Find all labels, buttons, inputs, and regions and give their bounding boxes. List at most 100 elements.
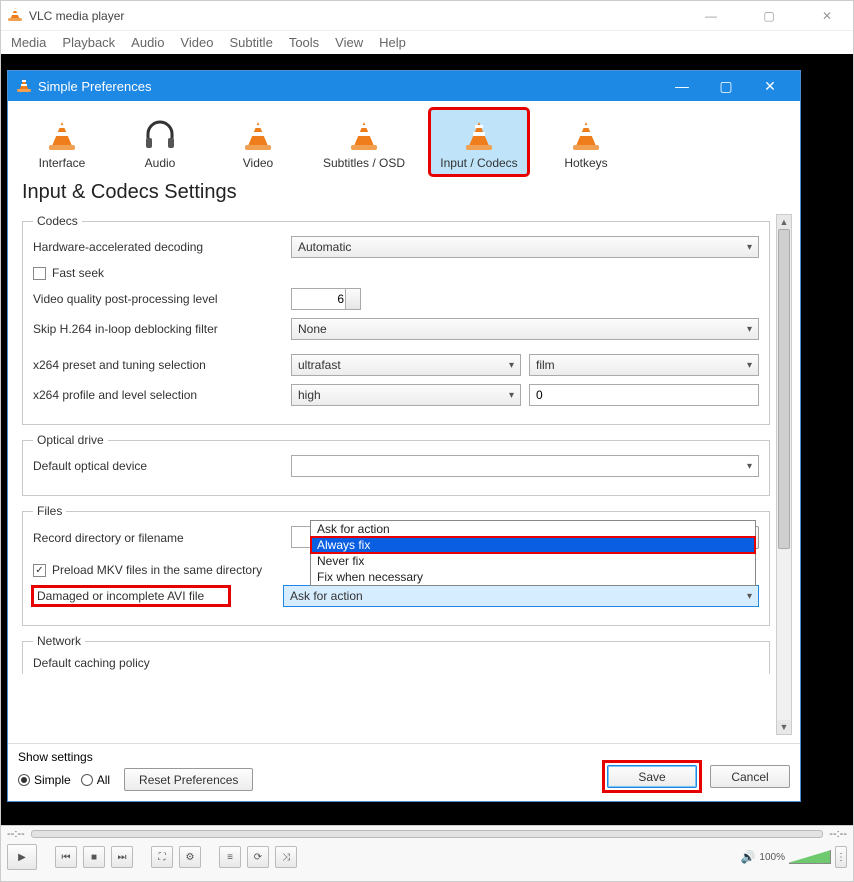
- tab-label: Input / Codecs: [440, 156, 517, 170]
- cone-film-icon: [243, 114, 273, 154]
- minimize-icon[interactable]: —: [691, 9, 731, 23]
- scroll-up-icon[interactable]: ▲: [777, 215, 791, 229]
- radio-dot-icon: [18, 774, 30, 786]
- fieldset-network: Network Default caching policy: [22, 634, 770, 674]
- menu-media[interactable]: Media: [11, 35, 46, 50]
- cancel-button[interactable]: Cancel: [710, 765, 790, 788]
- menu-view[interactable]: View: [335, 35, 363, 50]
- speaker-icon[interactable]: 🔊: [740, 850, 755, 864]
- label-damaged-avi: Damaged or incomplete AVI file: [33, 587, 229, 605]
- prev-button[interactable]: ⏮: [55, 846, 77, 868]
- radio-label: All: [97, 773, 110, 787]
- menu-subtitle[interactable]: Subtitle: [229, 35, 272, 50]
- label-optical-device: Default optical device: [33, 459, 283, 473]
- loop-button[interactable]: ⟳: [247, 846, 269, 868]
- input-x264-level[interactable]: 0: [529, 384, 759, 406]
- radio-simple[interactable]: Simple: [18, 773, 71, 787]
- pref-minimize-icon[interactable]: —: [660, 71, 704, 101]
- close-icon[interactable]: ✕: [807, 9, 847, 23]
- cone-clapper-icon: [349, 114, 379, 154]
- volume-grip-icon[interactable]: ⋮: [835, 846, 847, 868]
- radio-all[interactable]: All: [81, 773, 110, 787]
- dropdown-hw-decoding[interactable]: Automatic: [291, 236, 759, 258]
- label-caching-policy: Default caching policy: [33, 656, 283, 670]
- volume-area: 🔊 100% ⋮: [740, 846, 847, 868]
- dd-option-fix-when-necessary[interactable]: Fix when necessary: [311, 569, 755, 585]
- dropdown-list-damaged-avi: Ask for action Always fix Never fix Fix …: [310, 520, 756, 586]
- ext-settings-button[interactable]: ⚙: [179, 846, 201, 868]
- vlc-cone-icon: [7, 5, 23, 26]
- cone-reel-icon: [464, 114, 494, 154]
- main-titlebar: VLC media player — ▢ ✕: [1, 1, 853, 31]
- checkbox-fast-seek[interactable]: Fast seek: [33, 266, 104, 280]
- volume-percent: 100%: [759, 852, 785, 863]
- tab-label: Interface: [39, 156, 86, 170]
- dropdown-x264-profile[interactable]: high: [291, 384, 521, 406]
- dropdown-x264-preset[interactable]: ultrafast: [291, 354, 521, 376]
- tab-interface[interactable]: Interface: [22, 109, 102, 175]
- tab-video[interactable]: Video: [218, 109, 298, 175]
- cone-flame-icon: [571, 114, 601, 154]
- tab-label: Audio: [145, 156, 176, 170]
- label-hw-decoding: Hardware-accelerated decoding: [33, 240, 283, 254]
- reset-preferences-button[interactable]: Reset Preferences: [124, 768, 253, 791]
- seek-slider[interactable]: [31, 830, 824, 838]
- dropdown-optical-device[interactable]: [291, 455, 759, 477]
- preferences-footer: Show settings Simple All Reset Preferenc…: [8, 743, 800, 801]
- menu-help[interactable]: Help: [379, 35, 406, 50]
- dd-option-always-fix[interactable]: Always fix: [311, 537, 755, 553]
- shuffle-button[interactable]: ⤨: [275, 846, 297, 868]
- checkbox-label: Preload MKV files in the same directory: [52, 563, 262, 577]
- label-x264-preset: x264 preset and tuning selection: [33, 358, 283, 372]
- tab-hotkeys[interactable]: Hotkeys: [546, 109, 626, 175]
- preferences-titlebar: Simple Preferences — ▢ ✕: [8, 71, 800, 101]
- vertical-scrollbar[interactable]: ▲ ▼: [776, 214, 792, 735]
- legend-codecs: Codecs: [33, 214, 82, 228]
- status-bar: --:-- --:-- ▶ ⏮ ■ ⏭ ⛶ ⚙ ≡ ⟳ ⤨ 🔊 100% ⋮: [1, 825, 853, 881]
- tab-label: Hotkeys: [564, 156, 607, 170]
- checkbox-box-icon: [33, 267, 46, 280]
- preferences-content: Input & Codecs Settings Codecs Hardware-…: [8, 177, 800, 743]
- dropdown-damaged-avi[interactable]: Ask for action: [283, 585, 759, 607]
- spinner-vq-post[interactable]: 6▲▼: [291, 288, 361, 310]
- page-title: Input & Codecs Settings: [16, 177, 792, 214]
- maximize-icon[interactable]: ▢: [749, 9, 789, 23]
- preferences-tab-bar: Interface Audio Video Subtitles / OSD In…: [8, 101, 800, 177]
- headphones-icon: [142, 114, 178, 154]
- save-button[interactable]: Save: [607, 765, 697, 788]
- main-menu-bar: Media Playback Audio Video Subtitle Tool…: [1, 31, 853, 54]
- volume-slider[interactable]: [789, 850, 831, 864]
- label-skip-h264: Skip H.264 in-loop deblocking filter: [33, 322, 283, 336]
- dropdown-x264-tuning[interactable]: film: [529, 354, 759, 376]
- tab-label: Video: [243, 156, 273, 170]
- dd-option-never-fix[interactable]: Never fix: [311, 553, 755, 569]
- tab-label: Subtitles / OSD: [323, 156, 405, 170]
- radio-dot-icon: [81, 774, 93, 786]
- menu-tools[interactable]: Tools: [289, 35, 319, 50]
- dropdown-skip-h264[interactable]: None: [291, 318, 759, 340]
- playback-controls: ▶ ⏮ ■ ⏭ ⛶ ⚙ ≡ ⟳ ⤨ 🔊 100% ⋮: [1, 842, 853, 872]
- tab-audio[interactable]: Audio: [120, 109, 200, 175]
- checkbox-box-icon: ✓: [33, 564, 46, 577]
- menu-audio[interactable]: Audio: [131, 35, 164, 50]
- tab-subtitles[interactable]: Subtitles / OSD: [316, 109, 412, 175]
- preferences-title: Simple Preferences: [38, 79, 151, 94]
- fullscreen-button[interactable]: ⛶: [151, 846, 173, 868]
- legend-optical: Optical drive: [33, 433, 108, 447]
- menu-video[interactable]: Video: [180, 35, 213, 50]
- pref-maximize-icon[interactable]: ▢: [704, 71, 748, 101]
- scroll-down-icon[interactable]: ▼: [777, 720, 791, 734]
- play-button[interactable]: ▶: [7, 844, 37, 870]
- main-window-title: VLC media player: [29, 9, 124, 23]
- time-total: --:--: [829, 828, 847, 840]
- checkbox-preload-mkv[interactable]: ✓ Preload MKV files in the same director…: [33, 563, 262, 577]
- playlist-button[interactable]: ≡: [219, 846, 241, 868]
- pref-close-icon[interactable]: ✕: [748, 71, 792, 101]
- stop-button[interactable]: ■: [83, 846, 105, 868]
- next-button[interactable]: ⏭: [111, 846, 133, 868]
- dd-option-ask[interactable]: Ask for action: [311, 521, 755, 537]
- main-window-controls: — ▢ ✕: [691, 9, 847, 23]
- scrollbar-thumb[interactable]: [778, 229, 790, 549]
- tab-input-codecs[interactable]: Input / Codecs: [430, 109, 528, 175]
- menu-playback[interactable]: Playback: [62, 35, 115, 50]
